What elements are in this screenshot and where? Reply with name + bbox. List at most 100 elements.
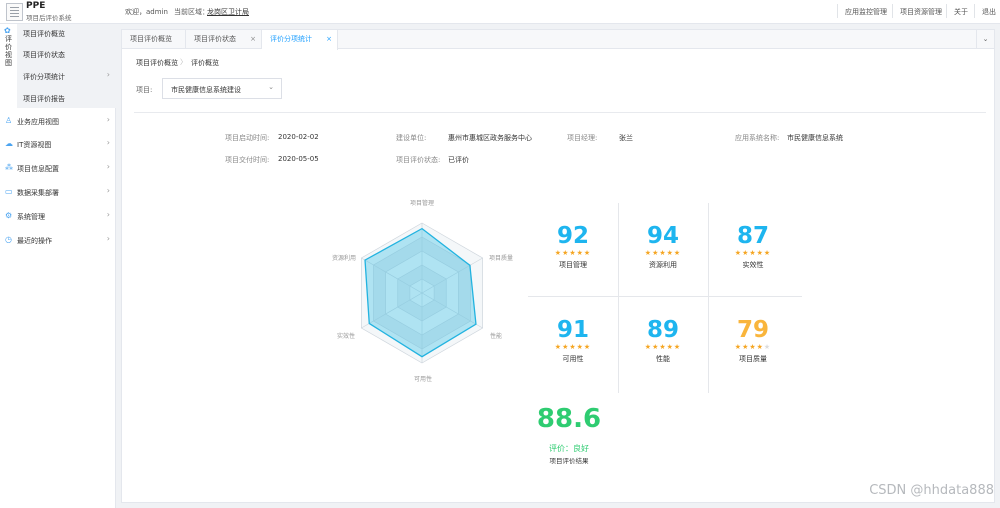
sidebar-item-recent[interactable]: ◷ 最近的操作 › [0,229,116,252]
star-rating: ★★★★★ [618,343,708,351]
system-name-value: 市民健康信息系统 [787,134,843,142]
overall-label: 项目评价结果 [549,457,589,465]
star-rating: ★★★★★ [528,249,618,257]
breadcrumb-separator: 〉 [180,58,187,66]
device-icon: ▭ [5,187,13,196]
top-divider [892,4,893,18]
star-icon: ★ [756,249,764,257]
region-link[interactable]: 龙岗区卫计局 [207,7,249,17]
close-icon[interactable]: × [250,30,256,49]
sidebar: ✿ 评价视图 项目评价概览 项目评价状态 评价分项统计 › 项目评价报告 ♙ 业… [0,24,116,508]
radar-axis-label: 项目管理 [410,200,435,207]
tab-eval-overview[interactable]: 项目评价概览 [122,30,186,49]
menu-project-resources[interactable]: 项目资源管理 [900,7,942,17]
app-root: PPE 项目后评价系统 欢迎，admin 当前区域： 龙岗区卫计局 应用监控管理… [0,0,1000,508]
star-rating: ★★★★★ [528,343,618,351]
sidebar-group-eval-view: ✿ 评价视图 项目评价概览 项目评价状态 评价分项统计 › 项目评价报告 [0,24,116,108]
score-name: 项目质量 [739,355,767,363]
chevron-right-icon: › [106,115,110,124]
app-name: PPE [26,1,46,11]
star-icon: ★ [749,249,757,257]
submenu-item-report[interactable]: 项目评价报告 [23,94,65,104]
tab-eval-status[interactable]: 项目评价状态 × [186,30,262,49]
sidebar-group-header[interactable]: ✿ 评价视图 [0,24,17,108]
star-icon: ★ [659,249,667,257]
project-label: 项目: [136,86,153,94]
start-time-value: 2020-02-02 [278,133,319,141]
close-icon[interactable]: × [326,30,332,49]
cloud-icon: ☁ [5,139,13,148]
gear-icon: ⚙ [5,211,13,220]
score-value: 91 [556,317,589,343]
star-icon: ★ [569,249,577,257]
chevron-right-icon: › [106,210,110,219]
sidebar-item-data-collection[interactable]: ▭ 数据采集部署 › [0,181,116,204]
sidebar-item-business-view[interactable]: ♙ 业务应用视图 › [0,110,116,133]
clock-icon: ◷ [5,235,12,244]
score-name: 资源利用 [649,261,677,269]
sidebar-item-system-admin[interactable]: ⚙ 系统管理 › [0,205,116,228]
star-icon: ★ [659,343,667,351]
star-icon: ★ [749,343,757,351]
submenu-item-statistics[interactable]: 评价分项统计 [23,72,65,82]
star-icon: ★ [569,343,577,351]
system-name-label: 应用系统名称: [735,134,780,142]
radar-axis-label: 性能 [490,333,503,340]
manager-value: 张兰 [619,134,633,142]
submenu-item-overview[interactable]: 项目评价概览 [23,29,65,39]
overall-score: 88.6 [536,404,602,434]
submenu-item-status[interactable]: 项目评价状态 [23,50,65,60]
star-icon: ★ [644,249,653,257]
project-select-value: 市民健康信息系统建设 [171,86,241,94]
score-card: 94 ★★★★★ 资源利用 [618,203,708,295]
chevron-right-icon: › [106,186,110,195]
star-icon: ★ [554,249,563,257]
start-time-label: 项目启动时间: [225,134,270,142]
sidebar-group-title: 评价视图 [5,35,12,67]
unit-value: 惠州市惠城区政务服务中心 [448,134,532,142]
score-card: 79 ★★★★★ 项目质量 [708,297,798,389]
overall-rating: 评价：良好 [549,444,589,453]
menu-about[interactable]: 关于 [954,7,968,17]
breadcrumb-item[interactable]: 项目评价概览 [136,58,178,68]
top-divider [837,4,838,18]
star-icon: ★ [734,343,743,351]
manager-label: 项目经理: [567,134,598,142]
star-icon: ★ [583,343,592,351]
top-bar: PPE 项目后评价系统 欢迎，admin 当前区域： 龙岗区卫计局 应用监控管理… [0,0,1000,24]
sidebar-item-label: 系统管理 [17,213,45,221]
region-label: 当前区域： [174,8,209,16]
sidebar-item-label: 项目信息配置 [17,165,59,173]
tab-bar: 项目评价概览 项目评价状态 × 评价分项统计 × ⌄ [122,30,994,50]
star-icon: ★ [666,249,674,257]
section-divider [134,112,986,113]
score-value: 94 [646,223,679,249]
star-icon: ★ [756,343,764,351]
star-icon: ★ [554,343,563,351]
project-select[interactable]: 市民健康信息系统建设 ⌄ [162,78,282,99]
top-divider [946,4,947,18]
sidebar-item-label: 数据采集部署 [17,189,59,197]
score-value: 92 [556,223,589,249]
delivery-time-value: 2020-05-05 [278,155,319,163]
star-rating: ★★★★★ [708,249,798,257]
tabs-menu-button[interactable]: ⌄ [976,30,994,49]
sidebar-item-it-resources[interactable]: ☁ IT资源视图 › [0,133,116,156]
star-rating: ★★★★★ [708,343,798,351]
tab-eval-statistics[interactable]: 评价分项统计 × [262,30,338,50]
star-icon: ★ [644,343,653,351]
nodes-icon: ⁂ [5,163,13,172]
sidebar-item-project-config[interactable]: ⁂ 项目信息配置 › [0,157,116,180]
menu-app-monitor[interactable]: 应用监控管理 [845,7,887,17]
chevron-right-icon: › [106,162,110,171]
eval-status-label: 项目评价状态: [396,156,441,164]
score-card: 89 ★★★★★ 性能 [618,297,708,389]
star-icon: ★ [666,343,674,351]
star-icon: ★ [763,343,772,351]
radar-svg [361,222,483,364]
top-divider [974,4,975,18]
star-icon: ★ [673,343,682,351]
menu-logout[interactable]: 退出 [982,7,996,17]
radar-axis-label: 项目质量 [489,255,514,262]
tab-label: 评价分项统计 [270,35,312,43]
